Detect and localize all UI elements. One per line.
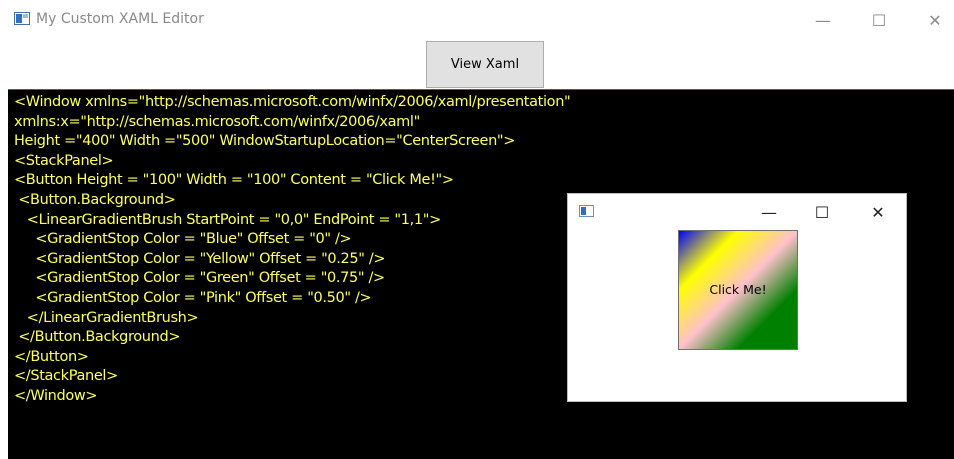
code-line: <GradientStop Color = "Green" Offset = "… [14,270,385,287]
title-bar[interactable]: My Custom XAML Editor — ☐ ✕ [0,0,954,40]
maximize-icon[interactable]: ☐ [856,8,902,34]
code-line: <Window xmlns="http://schemas.microsoft.… [14,94,571,110]
code-line: xmlns:x="http://schemas.microsoft.com/wi… [14,113,420,130]
code-line: </Window> [14,387,98,404]
preview-close-icon[interactable]: ✕ [858,200,898,226]
code-line: </Button.Background> [14,329,181,346]
preview-window: — ☐ ✕ Click Me! [567,193,907,402]
window-title: My Custom XAML Editor [36,11,204,27]
preview-window-icon [579,205,594,217]
code-line: <GradientStop Color = "Pink" Offset = "0… [14,289,372,306]
preview-minimize-icon[interactable]: — [749,200,789,226]
click-me-button[interactable]: Click Me! [678,230,798,350]
minimize-icon[interactable]: — [800,8,846,34]
main-window: My Custom XAML Editor — ☐ ✕ View Xaml <W… [0,0,954,459]
code-line: </StackPanel> [14,368,118,385]
code-line: <Button Height = "100" Width = "100" Con… [14,172,454,189]
code-line: <Button.Background> [14,191,176,208]
code-line: <GradientStop Color = "Blue" Offset = "0… [14,231,352,248]
code-line: Height ="400" Width ="500" WindowStartup… [14,133,516,150]
close-icon[interactable]: ✕ [912,8,954,34]
code-line: <GradientStop Color = "Yellow" Offset = … [14,250,386,267]
code-line: </LinearGradientBrush> [14,309,199,326]
code-line: </Button> [14,348,89,365]
xaml-code: <Window xmlns="http://schemas.microsoft.… [14,93,571,407]
code-line: <LinearGradientBrush StartPoint = "0,0" … [14,211,441,228]
view-xaml-button[interactable]: View Xaml [426,41,544,88]
code-line: <StackPanel> [14,152,114,169]
app-window-icon [14,12,30,25]
preview-maximize-icon[interactable]: ☐ [802,200,842,226]
